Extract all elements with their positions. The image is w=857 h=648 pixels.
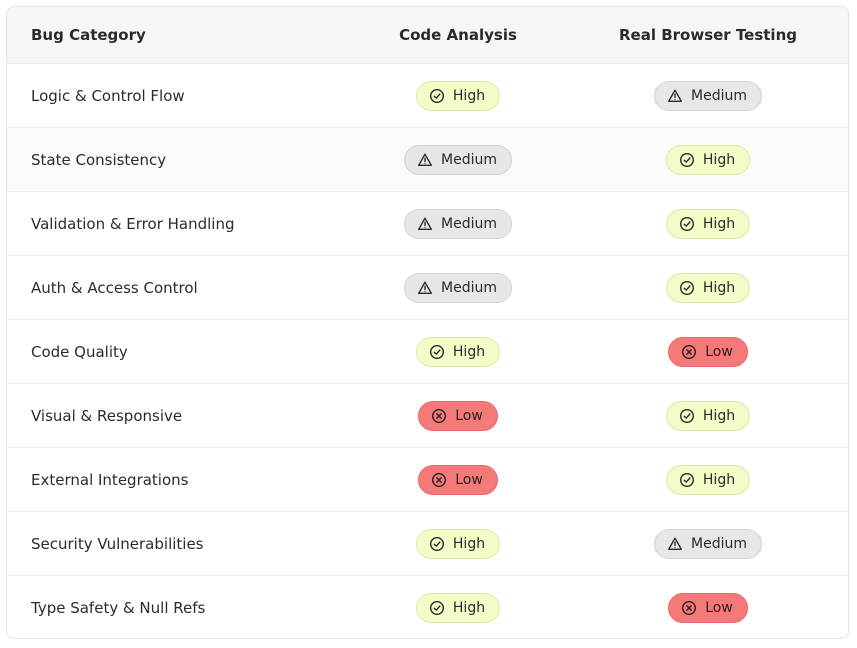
rating-label: Medium <box>691 87 747 104</box>
code-analysis-rating-badge: Low <box>418 400 498 431</box>
rating-label: High <box>702 279 736 296</box>
rating-label: High <box>702 471 736 488</box>
header-real-browser-testing: Real Browser Testing <box>619 26 797 44</box>
code-analysis-cell: High <box>337 593 579 623</box>
table-row: Type Safety & Null Refs High Low <box>7 576 848 638</box>
rating-label: High <box>702 215 736 232</box>
table-header: Bug Category Code Analysis Real Browser … <box>7 7 848 64</box>
header-code-analysis: Code Analysis <box>399 26 517 44</box>
warning-triangle-icon <box>417 216 441 232</box>
real-browser-testing-cell: High <box>579 208 837 239</box>
code-analysis-rating-badge: Medium <box>404 208 512 239</box>
real-browser-testing-cell: Medium <box>579 80 837 111</box>
code-analysis-rating-badge: Low <box>418 464 498 495</box>
real-browser-testing-cell: High <box>579 272 837 303</box>
rating-label: High <box>702 407 736 424</box>
bug-category-cell: Code Quality <box>31 342 128 361</box>
real-browser-testing-cell: High <box>579 400 837 431</box>
table-row: Validation & Error Handling Medium High <box>7 192 848 256</box>
code-analysis-cell: Medium <box>337 272 579 303</box>
table-row: State Consistency Medium High <box>7 128 848 192</box>
bug-category-cell: Security Vulnerabilities <box>31 534 204 553</box>
x-circle-icon <box>681 600 705 616</box>
check-circle-icon <box>679 408 703 424</box>
code-analysis-rating-badge: Medium <box>404 272 512 303</box>
comparison-table: Bug Category Code Analysis Real Browser … <box>6 6 849 639</box>
code-analysis-rating-badge: High <box>415 593 501 623</box>
x-circle-icon <box>681 344 705 360</box>
x-circle-icon <box>431 408 455 424</box>
check-circle-icon <box>429 600 453 616</box>
rating-label: Low <box>705 600 733 616</box>
real-browser-testing-rating-badge: Low <box>668 593 748 623</box>
code-analysis-rating-badge: High <box>415 80 501 111</box>
rating-label: High <box>452 535 486 552</box>
code-analysis-cell: Medium <box>337 208 579 239</box>
warning-triangle-icon <box>667 88 691 104</box>
table-row: Auth & Access Control Medium High <box>7 256 848 320</box>
rating-label: Medium <box>691 535 747 552</box>
rating-label: High <box>452 343 486 360</box>
code-analysis-rating-badge: Medium <box>404 144 512 175</box>
rating-label: Medium <box>441 151 497 168</box>
bug-category-cell: Validation & Error Handling <box>31 214 235 233</box>
warning-triangle-icon <box>417 152 441 168</box>
real-browser-testing-rating-badge: Low <box>668 336 748 367</box>
bug-category-cell: Logic & Control Flow <box>31 86 185 105</box>
x-circle-icon <box>431 472 455 488</box>
bug-category-cell: Auth & Access Control <box>31 278 198 297</box>
code-analysis-cell: Low <box>337 400 579 431</box>
real-browser-testing-rating-badge: High <box>665 144 751 175</box>
bug-category-cell: State Consistency <box>31 150 167 169</box>
real-browser-testing-cell: Low <box>579 336 837 367</box>
real-browser-testing-rating-badge: Medium <box>654 528 762 559</box>
rating-label: Low <box>455 407 483 424</box>
check-circle-icon <box>679 472 703 488</box>
table-row: Code Quality High Low <box>7 320 848 384</box>
warning-triangle-icon <box>417 280 441 296</box>
check-circle-icon <box>679 216 703 232</box>
rating-label: Low <box>705 343 733 360</box>
real-browser-testing-cell: Low <box>579 593 837 623</box>
rating-label: Medium <box>441 215 497 232</box>
real-browser-testing-cell: High <box>579 464 837 495</box>
table-row: Visual & Responsive Low High <box>7 384 848 448</box>
check-circle-icon <box>679 152 703 168</box>
bug-category-cell: Visual & Responsive <box>31 406 183 425</box>
code-analysis-cell: High <box>337 528 579 559</box>
table-row: External Integrations Low High <box>7 448 848 512</box>
real-browser-testing-rating-badge: High <box>665 400 751 431</box>
check-circle-icon <box>429 536 453 552</box>
code-analysis-cell: High <box>337 80 579 111</box>
code-analysis-cell: High <box>337 336 579 367</box>
code-analysis-cell: Low <box>337 464 579 495</box>
check-circle-icon <box>679 280 703 296</box>
real-browser-testing-cell: Medium <box>579 528 837 559</box>
real-browser-testing-rating-badge: Medium <box>654 80 762 111</box>
table-row: Logic & Control Flow High Medium <box>7 64 848 128</box>
warning-triangle-icon <box>667 536 691 552</box>
rating-label: High <box>702 151 736 168</box>
code-analysis-rating-badge: High <box>415 336 501 367</box>
code-analysis-cell: Medium <box>337 144 579 175</box>
check-circle-icon <box>429 88 453 104</box>
rating-label: Medium <box>441 279 497 296</box>
real-browser-testing-cell: High <box>579 144 837 175</box>
rating-label: Low <box>455 471 483 488</box>
bug-category-cell: External Integrations <box>31 470 189 489</box>
rating-label: High <box>452 600 486 616</box>
header-bug-category: Bug Category <box>31 26 146 44</box>
table-row: Security Vulnerabilities High Medium <box>7 512 848 576</box>
rating-label: High <box>452 87 486 104</box>
real-browser-testing-rating-badge: High <box>665 208 751 239</box>
bug-category-cell: Type Safety & Null Refs <box>31 599 206 617</box>
real-browser-testing-rating-badge: High <box>665 272 751 303</box>
code-analysis-rating-badge: High <box>415 528 501 559</box>
check-circle-icon <box>429 344 453 360</box>
table-body: Logic & Control Flow High Medium State Cons… <box>7 64 848 638</box>
real-browser-testing-rating-badge: High <box>665 464 751 495</box>
